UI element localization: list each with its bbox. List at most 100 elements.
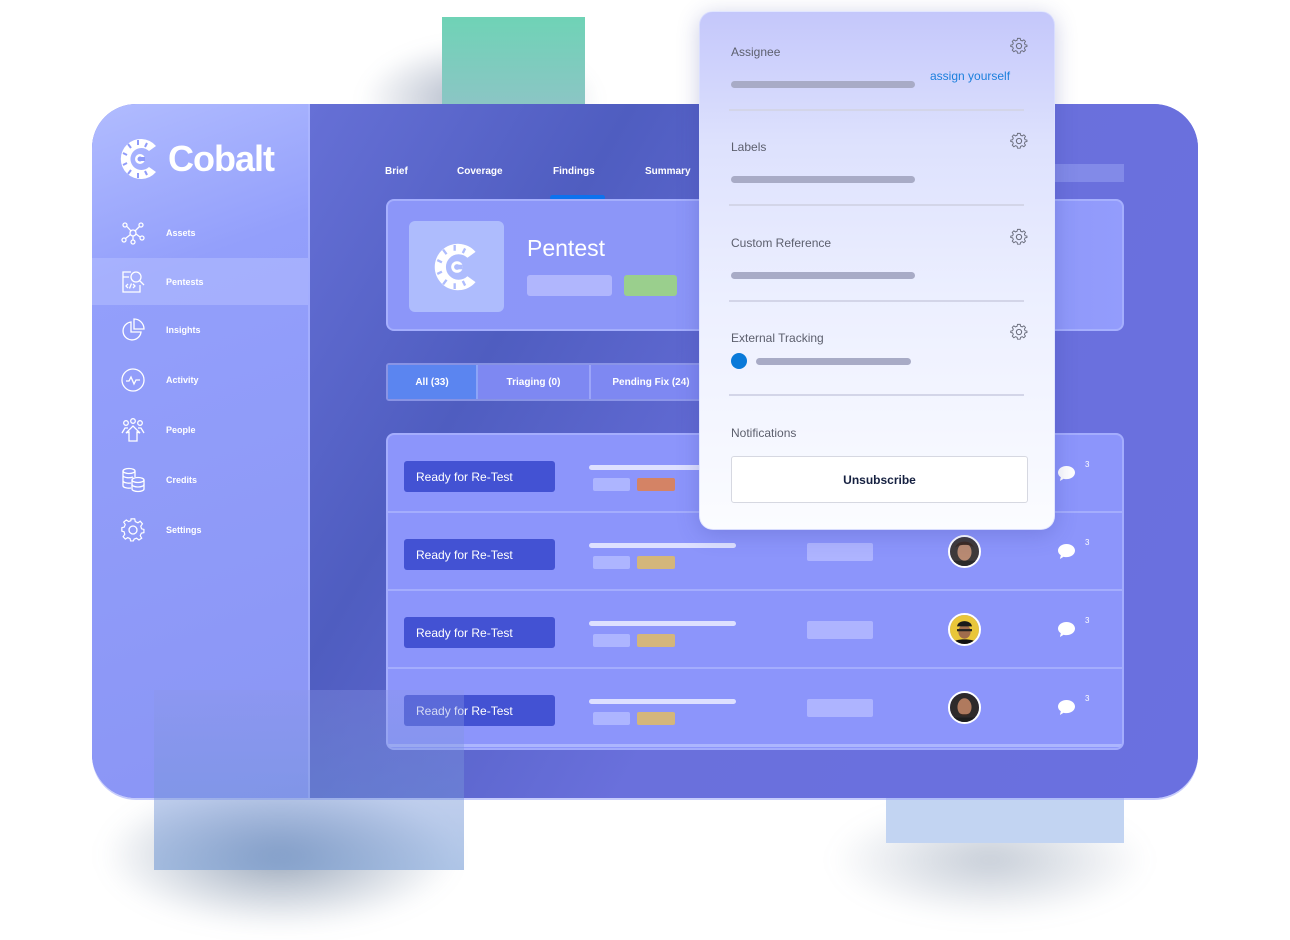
- tab-coverage[interactable]: Coverage: [457, 164, 553, 200]
- severity-badge: [637, 478, 675, 491]
- finding-details-popover: Assignee assign yourself Labels Custom R…: [699, 11, 1055, 530]
- labels-section: Labels: [729, 132, 1028, 206]
- sidebar-nav: Assets Pentests Insights Activity People…: [92, 208, 308, 555]
- notifications-label: Notifications: [731, 426, 797, 440]
- cobalt-logo-icon: [120, 139, 156, 179]
- tab-brief[interactable]: Brief: [385, 164, 457, 200]
- avatar-photo: [950, 693, 979, 722]
- status-button[interactable]: Ready for Re-Test: [404, 539, 555, 570]
- finding-date-placeholder: [807, 543, 873, 561]
- toolbar-placeholder: [1052, 164, 1124, 182]
- comment-icon[interactable]: [1057, 543, 1076, 560]
- pentest-status-badge: [624, 275, 677, 296]
- sidebar-item-label: Settings: [166, 525, 202, 535]
- labels-placeholder: [731, 176, 915, 183]
- sidebar-item-label: Activity: [166, 375, 199, 385]
- coin-stack-icon: [122, 467, 145, 493]
- comment-icon[interactable]: [1057, 465, 1076, 482]
- sidebar-item-insights[interactable]: Insights: [92, 305, 308, 355]
- network-nodes-icon: [121, 222, 145, 245]
- gear-icon[interactable]: [1010, 228, 1028, 246]
- custom-reference-placeholder: [731, 272, 915, 279]
- finding-title-placeholder: [589, 699, 736, 704]
- user-avatar[interactable]: [948, 613, 981, 646]
- user-avatar[interactable]: [948, 691, 981, 724]
- assign-yourself-link[interactable]: assign yourself: [930, 69, 1010, 83]
- comment-count: 3: [1085, 694, 1090, 703]
- brand-logo[interactable]: Cobalt: [118, 134, 275, 184]
- finding-tag-placeholder: [593, 712, 630, 725]
- filter-triaging[interactable]: Triaging (0): [478, 365, 591, 399]
- finding-title-placeholder: [589, 543, 736, 548]
- external-tracking-placeholder: [756, 358, 911, 365]
- status-button[interactable]: Ready for Re-Test: [404, 461, 555, 492]
- comment-count: 3: [1085, 616, 1090, 625]
- filter-all[interactable]: All (33): [388, 365, 478, 399]
- comment-icon[interactable]: [1057, 699, 1076, 716]
- external-tracking-section: External Tracking: [729, 323, 1028, 396]
- pentest-logo: [409, 221, 504, 312]
- finding-tag-placeholder: [593, 478, 630, 491]
- pie-chart-icon: [122, 318, 145, 341]
- sidebar-item-pentests[interactable]: Pentests: [92, 258, 308, 305]
- comment-icon[interactable]: [1057, 621, 1076, 638]
- user-avatar[interactable]: [948, 535, 981, 568]
- gear-icon[interactable]: [1010, 37, 1028, 55]
- finding-title-placeholder: [589, 621, 736, 626]
- sidebar-item-activity[interactable]: Activity: [92, 355, 308, 405]
- tracking-status-dot: [731, 353, 747, 369]
- gear-icon: [121, 518, 145, 542]
- pentest-meta-placeholder: [527, 275, 612, 296]
- sidebar-item-label: Insights: [166, 325, 201, 335]
- finding-tag-placeholder: [593, 634, 630, 647]
- tab-label: Findings: [553, 166, 595, 177]
- assignee-section: Assignee assign yourself: [729, 37, 1028, 111]
- divider: [729, 394, 1024, 396]
- filter-pending-fix[interactable]: Pending Fix (24): [591, 365, 711, 399]
- custom-reference-section: Custom Reference: [729, 228, 1028, 302]
- severity-badge: [637, 634, 675, 647]
- sidebar-item-label: Assets: [166, 228, 196, 238]
- custom-reference-label: Custom Reference: [731, 236, 832, 250]
- people-group-icon: [121, 418, 145, 442]
- tab-bar: Brief Coverage Findings Summary: [385, 164, 725, 200]
- avatar-photo: [950, 615, 979, 644]
- code-search-icon: [122, 270, 145, 293]
- divider: [729, 109, 1024, 111]
- notifications-section: Notifications Unsubscribe: [731, 426, 1028, 503]
- finding-date-placeholder: [807, 621, 873, 639]
- severity-badge: [637, 712, 675, 725]
- comment-count: 3: [1085, 538, 1090, 547]
- sidebar-item-settings[interactable]: Settings: [92, 505, 308, 555]
- divider: [729, 300, 1024, 302]
- tab-findings[interactable]: Findings: [550, 164, 645, 200]
- comment-count: 3: [1085, 460, 1090, 469]
- assignee-label: Assignee: [731, 45, 781, 59]
- cobalt-logo-icon: [434, 243, 476, 290]
- status-button[interactable]: Ready for Re-Test: [404, 617, 555, 648]
- sidebar-item-label: Credits: [166, 475, 198, 485]
- gear-icon[interactable]: [1010, 132, 1028, 150]
- findings-filter-group: All (33) Triaging (0) Pending Fix (24): [386, 363, 713, 401]
- sidebar-item-assets[interactable]: Assets: [92, 208, 308, 258]
- external-tracking-label: External Tracking: [731, 331, 824, 345]
- sidebar-item-people[interactable]: People: [92, 405, 308, 455]
- sidebar-item-credits[interactable]: Credits: [92, 455, 308, 505]
- gear-icon[interactable]: [1010, 323, 1028, 341]
- table-row[interactable]: Ready for Re-Test 3: [388, 591, 1122, 669]
- assignee-placeholder: [731, 81, 915, 88]
- activity-pulse-icon: [121, 368, 145, 392]
- table-row[interactable]: Ready for Re-Test 3: [388, 669, 1122, 747]
- finding-tag-placeholder: [593, 556, 630, 569]
- severity-badge: [637, 556, 675, 569]
- pentest-title: Pentest: [527, 235, 605, 261]
- finding-date-placeholder: [807, 699, 873, 717]
- sidebar-item-label: Pentests: [166, 276, 204, 287]
- brand-name: Cobalt: [168, 138, 275, 179]
- labels-label: Labels: [731, 140, 767, 154]
- divider: [729, 204, 1024, 206]
- decorative-blue-block: [154, 690, 464, 870]
- unsubscribe-button[interactable]: Unsubscribe: [731, 456, 1028, 503]
- avatar-photo: [950, 537, 979, 566]
- sidebar-item-label: People: [166, 425, 196, 435]
